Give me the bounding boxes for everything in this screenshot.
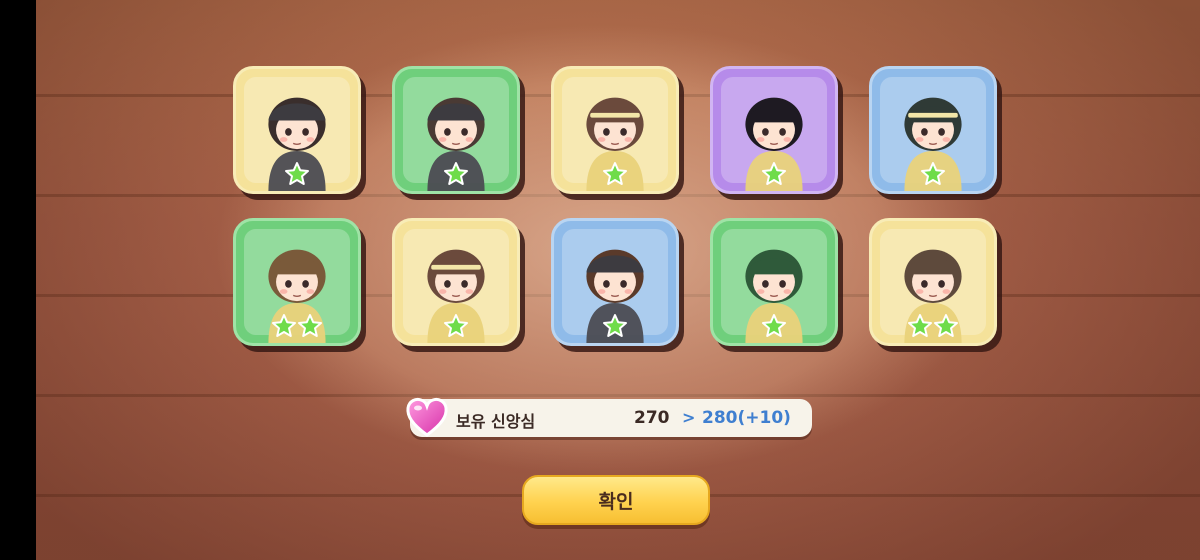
character-card[interactable] [233, 218, 361, 346]
star-rating [236, 161, 358, 187]
character-card[interactable] [710, 66, 838, 194]
star-icon [934, 314, 958, 337]
confirm-button[interactable]: 확인 [522, 475, 710, 525]
character-card[interactable] [233, 66, 361, 194]
faith-old-value: 270 [634, 408, 670, 428]
star-rating [872, 313, 994, 339]
star-icon [298, 314, 322, 337]
faith-new-value: 280(+10) [702, 408, 791, 428]
character-card[interactable] [869, 218, 997, 346]
star-icon [444, 162, 468, 185]
star-rating [713, 161, 835, 187]
star-icon [285, 162, 309, 185]
heart-gem-icon [406, 397, 448, 437]
star-icon [272, 314, 296, 337]
faith-arrow: > [682, 408, 696, 427]
star-rating [554, 313, 676, 339]
character-card[interactable] [551, 66, 679, 194]
star-rating [236, 313, 358, 339]
character-card[interactable] [710, 218, 838, 346]
star-rating [713, 313, 835, 339]
star-icon [603, 314, 627, 337]
character-card[interactable] [551, 218, 679, 346]
star-rating [395, 313, 517, 339]
star-icon [921, 162, 945, 185]
star-icon [603, 162, 627, 185]
star-icon [762, 162, 786, 185]
star-icon [908, 314, 932, 337]
faith-panel: 보유 신앙심 270 > 280(+10) [406, 397, 812, 437]
faith-label: 보유 신앙심 [456, 412, 536, 431]
star-rating [554, 161, 676, 187]
character-card[interactable] [869, 66, 997, 194]
character-card[interactable] [392, 66, 520, 194]
star-rating [872, 161, 994, 187]
star-icon [762, 314, 786, 337]
star-rating [395, 161, 517, 187]
star-icon [444, 314, 468, 337]
character-card[interactable] [392, 218, 520, 346]
